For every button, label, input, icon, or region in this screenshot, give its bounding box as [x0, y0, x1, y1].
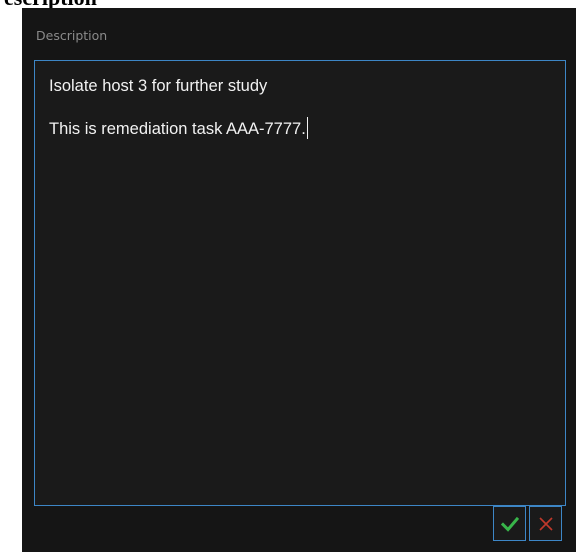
description-line-2: This is remediation task AAA-7777.	[49, 117, 551, 140]
description-label: Description	[36, 28, 108, 43]
description-line-1: Isolate host 3 for further study	[49, 77, 268, 95]
description-textarea[interactable]: Isolate host 3 for further study This is…	[34, 60, 566, 506]
text-cursor	[306, 117, 308, 139]
description-line-2-text: This is remediation task AAA-7777.	[49, 120, 306, 138]
cancel-button[interactable]	[529, 506, 562, 541]
confirm-button[interactable]	[493, 506, 526, 541]
description-panel: Description Isolate host 3 for further s…	[22, 8, 576, 552]
description-editor-frame: escription Description Isolate host 3 fo…	[0, 0, 576, 552]
page-heading-fragment: escription	[4, 0, 97, 9]
close-icon	[538, 516, 553, 531]
checkmark-icon	[500, 516, 519, 532]
